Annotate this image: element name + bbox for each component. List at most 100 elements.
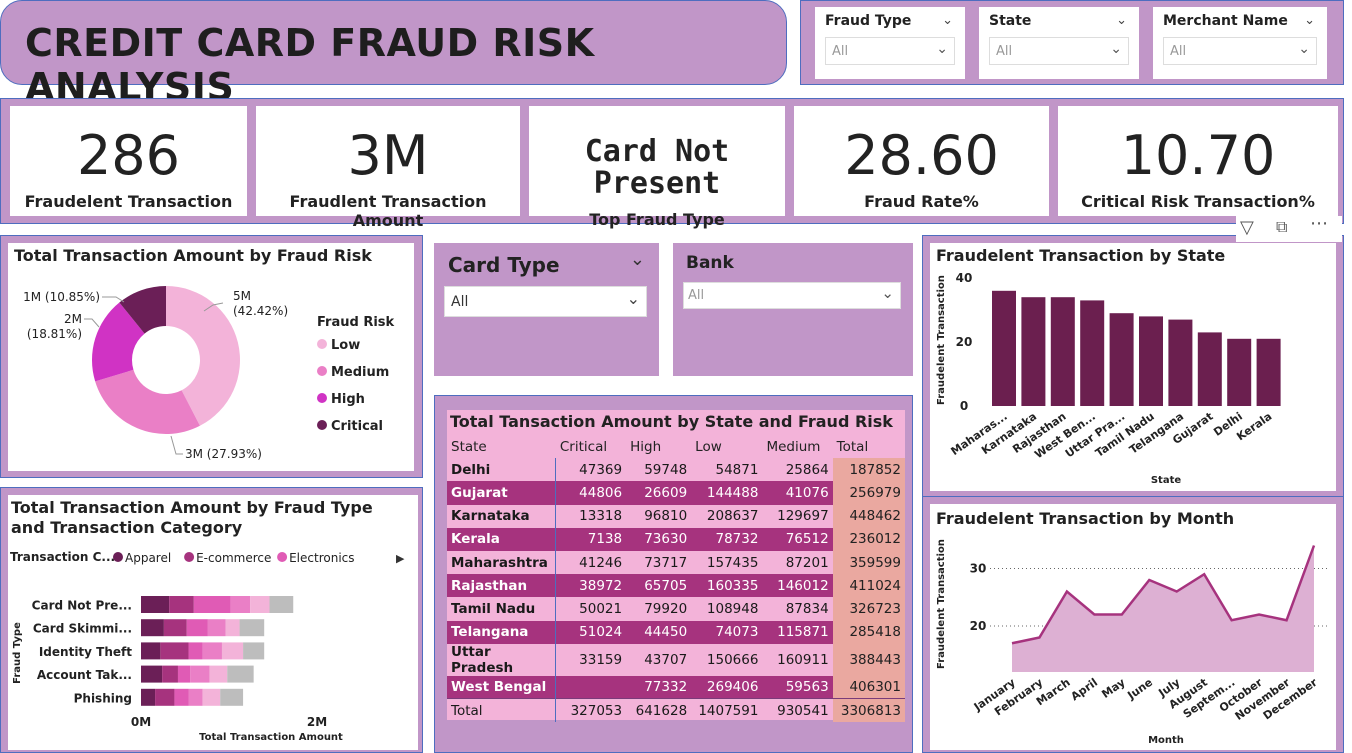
- stacked-bar-segment[interactable]: [155, 688, 175, 706]
- state-risk-table[interactable]: Total Tansaction Amount by State and Fra…: [447, 410, 905, 723]
- bank-label: Bank: [686, 253, 734, 273]
- state-bar[interactable]: [1227, 338, 1252, 406]
- table-row[interactable]: Karnataka 13318 96810 208637 129697 448462: [447, 504, 905, 528]
- card-type-slicer[interactable]: Card Type ⌄ All ⌄: [434, 243, 659, 376]
- fraud-risk-donut-visual[interactable]: Total Transaction Amount by Fraud Risk 5…: [8, 243, 414, 471]
- chevron-down-icon[interactable]: ⌄: [1304, 13, 1315, 28]
- stacked-bar-segment[interactable]: [162, 665, 178, 683]
- bank-slicer[interactable]: Bank All ⌄: [673, 243, 913, 376]
- more-options-icon[interactable]: ⋯: [1310, 213, 1328, 234]
- stacked-bar-segment[interactable]: [202, 688, 221, 706]
- table-cell: 65705: [626, 574, 692, 598]
- focus-mode-icon[interactable]: ⧉: [1276, 217, 1287, 237]
- state-bar-visual[interactable]: Fraudelent Transaction by State 0 20 40 Mah…: [930, 243, 1336, 491]
- stacked-bar-segment[interactable]: [174, 688, 189, 706]
- stacked-bar-segment[interactable]: [225, 619, 240, 637]
- chevron-down-icon: ⌄: [1110, 41, 1122, 57]
- stacked-bar-segment[interactable]: [177, 665, 191, 683]
- state-bar[interactable]: [1256, 338, 1281, 406]
- table-row[interactable]: Maharashtra 41246 73717 157435 87201 359599: [447, 550, 905, 575]
- state-bar[interactable]: [1168, 319, 1193, 406]
- stacked-bar-segment[interactable]: [209, 665, 228, 683]
- x-tick-label: April: [1069, 676, 1101, 703]
- fraud-risk-donut-panel: Total Transaction Amount by Fraud Risk 5…: [0, 235, 423, 478]
- col-header-high[interactable]: High: [626, 435, 691, 458]
- fraud-type-category-visual[interactable]: Total Transaction Amount by Fraud Type a…: [8, 495, 418, 750]
- stacked-bar-segment[interactable]: [207, 619, 226, 637]
- col-header-state[interactable]: State: [447, 435, 556, 458]
- stacked-bar-segment[interactable]: [186, 619, 208, 637]
- stacked-bar-segment[interactable]: [193, 596, 231, 613]
- top-slicer-panel: Fraud Type ⌄ All ⌄ State ⌄ All ⌄ Merchant …: [800, 0, 1344, 85]
- stacked-bar-segment[interactable]: [160, 642, 189, 660]
- table-cell: 269406: [691, 675, 763, 699]
- col-header-low[interactable]: Low: [691, 435, 762, 458]
- state-bar[interactable]: [1050, 297, 1075, 406]
- state-bar[interactable]: [1080, 300, 1105, 406]
- legend-next-arrow-icon[interactable]: ▶: [396, 552, 405, 565]
- stacked-bar-segment[interactable]: [141, 665, 163, 683]
- col-header-medium[interactable]: Medium: [762, 435, 832, 458]
- table-body: Delhi 47369 59748 54871 25864 187852 Gujarat 44…: [447, 458, 905, 723]
- stacked-bar-segment[interactable]: [243, 642, 265, 660]
- stacked-bar-segment[interactable]: [141, 596, 170, 613]
- table-row[interactable]: Delhi 47369 59748 54871 25864 187852: [447, 458, 905, 482]
- kpi-card-fraud-transactions: 286 Fraudelent Transaction: [10, 106, 247, 216]
- chevron-down-icon[interactable]: ⌄: [942, 13, 953, 28]
- stacked-bar-segment[interactable]: [221, 642, 244, 660]
- state-slicer[interactable]: State ⌄ All ⌄: [979, 7, 1139, 79]
- table-row[interactable]: Telangana 51024 44450 74073 115871 285418: [447, 620, 905, 644]
- stacked-bar-segment[interactable]: [227, 665, 254, 683]
- stacked-bar-segment[interactable]: [188, 688, 203, 706]
- stacked-bar-segment[interactable]: [239, 619, 265, 637]
- stacked-bar-segment[interactable]: [220, 688, 244, 706]
- donut-slice-medium[interactable]: [95, 369, 200, 434]
- stacked-bar-segment[interactable]: [141, 688, 156, 706]
- stacked-bar-segment[interactable]: [202, 642, 222, 660]
- filter-icon[interactable]: ▽: [1240, 217, 1254, 238]
- chevron-down-icon: ⌄: [1298, 41, 1310, 57]
- month-area-visual[interactable]: Fraudelent Transaction by Month 20 30 Janu…: [930, 504, 1336, 750]
- chevron-down-icon: ⌄: [881, 284, 894, 302]
- chevron-down-icon[interactable]: ⌄: [1116, 13, 1127, 28]
- state-bar[interactable]: [1021, 297, 1046, 406]
- table-row[interactable]: Uttar Pradesh 33159 43707 150666 160911 38844…: [447, 643, 905, 676]
- merchant-dropdown[interactable]: All ⌄: [1163, 37, 1317, 65]
- chevron-down-icon: ⌄: [936, 41, 948, 57]
- stacked-bar-segment[interactable]: [269, 596, 294, 613]
- table-row[interactable]: Kerala 7138 73630 78732 76512 236012: [447, 527, 905, 551]
- stacked-bar-segment[interactable]: [141, 642, 161, 660]
- table-cell-state: Delhi: [447, 458, 557, 482]
- table-cell: 146012: [762, 574, 833, 598]
- chevron-down-icon[interactable]: ⌄: [630, 249, 645, 270]
- bank-dropdown[interactable]: All ⌄: [683, 282, 901, 309]
- stacked-bar-segment[interactable]: [141, 619, 164, 637]
- fraud-type-slicer[interactable]: Fraud Type ⌄ All ⌄: [815, 7, 965, 79]
- stacked-bar-segment[interactable]: [188, 642, 203, 660]
- stacked-bar-segment[interactable]: [250, 596, 270, 613]
- kpi-card-fraud-rate: 28.60 Fraud Rate%: [794, 106, 1049, 216]
- col-header-critical[interactable]: Critical: [556, 435, 626, 458]
- stacked-bar-segment[interactable]: [163, 619, 187, 637]
- legend-marker: [317, 366, 327, 376]
- table-total-cell: 641628: [626, 698, 692, 723]
- merchant-slicer[interactable]: Merchant Name ⌄ All ⌄: [1153, 7, 1327, 79]
- table-row[interactable]: Tamil Nadu 50021 79920 108948 87834 326723: [447, 597, 905, 621]
- table-row[interactable]: Rajasthan 38972 65705 160335 146012 411024: [447, 574, 905, 598]
- table-row[interactable]: West Bengal 77332 269406 59563 406301: [447, 675, 905, 699]
- card-type-dropdown[interactable]: All ⌄: [444, 286, 647, 317]
- table-cell: 44450: [626, 620, 692, 644]
- state-bar[interactable]: [1139, 316, 1163, 406]
- state-bar[interactable]: [1109, 313, 1134, 406]
- kpi-value: 28.60: [844, 124, 999, 187]
- stacked-bar-segment[interactable]: [169, 596, 194, 613]
- state-bar[interactable]: [1197, 332, 1222, 406]
- stacked-bar-segment[interactable]: [190, 665, 210, 683]
- stacked-bar-segment[interactable]: [230, 596, 251, 613]
- state-bar[interactable]: [992, 290, 1016, 406]
- y-tick-label: 20: [970, 619, 987, 633]
- state-dropdown[interactable]: All ⌄: [989, 37, 1129, 65]
- col-header-total[interactable]: Total: [833, 435, 905, 458]
- table-row[interactable]: Gujarat 44806 26609 144488 41076 256979: [447, 481, 905, 505]
- fraud-type-dropdown[interactable]: All ⌄: [825, 37, 955, 65]
